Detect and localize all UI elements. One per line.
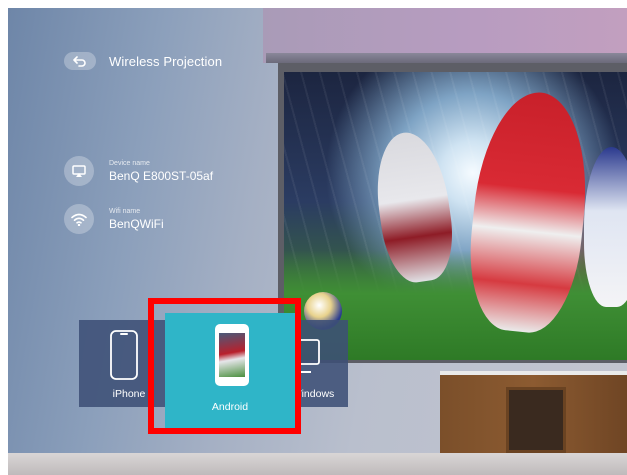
back-button[interactable] [64, 52, 96, 70]
wifi-icon [71, 213, 87, 226]
header: Wireless Projection [64, 52, 222, 70]
android-phone-icon [215, 324, 249, 386]
wifi-name-value: BenQWiFi [109, 216, 164, 231]
ceiling-projector-bar [266, 53, 627, 63]
android-tile[interactable]: Android [165, 313, 295, 430]
cast-screen-icon [72, 164, 86, 177]
iphone-tile-label: iPhone [112, 388, 146, 400]
device-name-value: BenQ E800ST-05af [109, 168, 214, 183]
floor [8, 453, 627, 475]
wifi-name-row: Wifi name BenQWiFi [64, 204, 164, 234]
back-arrow-icon [73, 56, 86, 67]
android-tile-label: Android [211, 401, 249, 413]
iphone-icon [110, 330, 138, 380]
tv-background-image [284, 72, 627, 360]
device-name-row: Device name BenQ E800ST-05af [64, 156, 213, 186]
wifi-name-label: Wifi name [109, 207, 141, 215]
projector-screen: Wireless Projection Device name BenQ E80… [8, 8, 627, 475]
iphone-tile[interactable]: iPhone [79, 320, 179, 407]
page-title: Wireless Projection [109, 53, 223, 69]
tv-cabinet [440, 371, 627, 471]
device-name-label: Device name [109, 159, 150, 167]
